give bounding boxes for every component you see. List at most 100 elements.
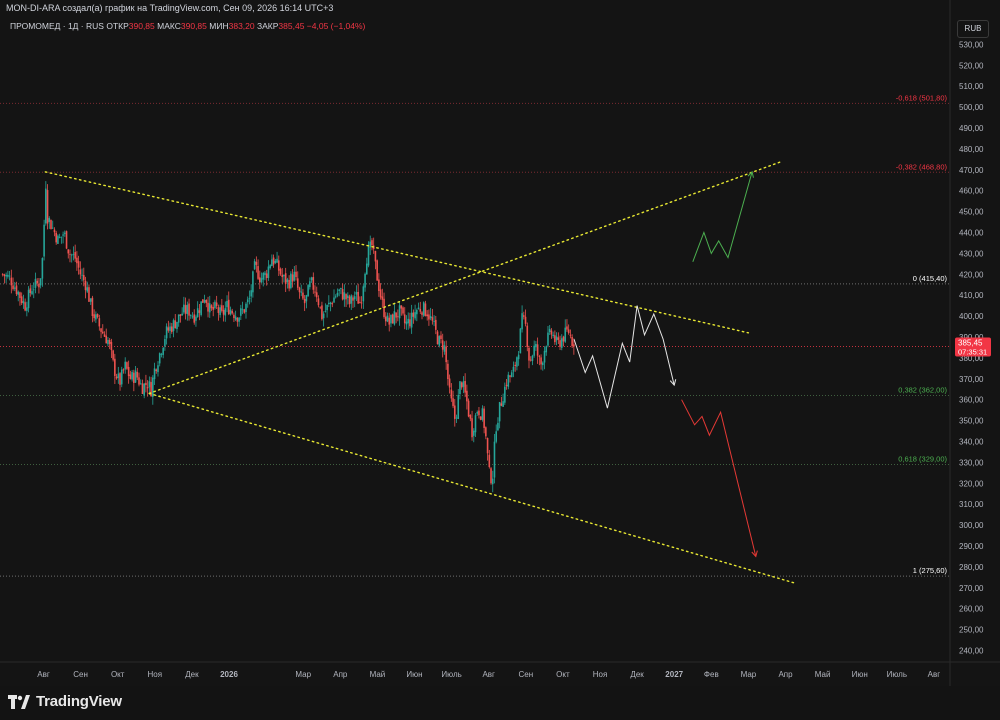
candle-body (371, 240, 373, 246)
candle-body (379, 289, 382, 298)
scenario-bear-path[interactable] (681, 399, 757, 557)
candle-body (495, 431, 498, 442)
candle-body (409, 319, 411, 327)
candle-body (119, 373, 121, 385)
fib-level-label: -0,382 (468,80) (896, 162, 948, 171)
candle-body (205, 299, 208, 304)
time-tick-label: Авг (928, 670, 941, 679)
candle-body (114, 358, 116, 376)
candle-body (491, 478, 494, 485)
candle-body (31, 291, 33, 295)
candle-body (467, 400, 470, 417)
scenario-neutral-path[interactable] (573, 305, 675, 409)
candle-body (50, 220, 52, 230)
candle-body (478, 410, 480, 416)
candle-body (405, 321, 408, 325)
candle-body (309, 281, 311, 288)
candle-body (193, 314, 196, 323)
candle-body (281, 274, 284, 278)
candle-body (177, 314, 180, 323)
candle-body (447, 363, 449, 380)
candle-body (217, 307, 220, 313)
candle-body (138, 377, 140, 385)
trendline[interactable] (148, 160, 783, 395)
candle-body (333, 297, 335, 303)
candle-body (471, 418, 473, 438)
time-tick-label: Сен (518, 670, 533, 679)
candle-body (365, 263, 368, 275)
candle-body (512, 366, 515, 372)
candle-body (523, 315, 525, 317)
candle-body (264, 272, 266, 276)
candle-body (36, 280, 39, 284)
candle-body (84, 280, 87, 291)
candle-body (202, 299, 204, 303)
price-tick-label: 510,00 (959, 82, 984, 91)
candle-body (212, 307, 215, 310)
candle-body (107, 339, 109, 345)
low-label: МИН (209, 21, 229, 31)
high-value: 390,85 (180, 21, 207, 31)
candle-body (24, 302, 26, 311)
candle-body (181, 313, 183, 316)
candle-body (69, 253, 71, 255)
candle-body (276, 258, 278, 263)
price-tick-label: 400,00 (959, 312, 984, 321)
candle-body (38, 283, 40, 288)
candle-body (39, 278, 42, 286)
candle-body (13, 287, 16, 289)
candle-body (238, 317, 240, 322)
candle-body (241, 309, 244, 311)
price-chart[interactable]: -0,618 (501,80) -0,382 (468,80) 0 (415,40)… (0, 0, 1000, 720)
candle-body (510, 372, 513, 378)
candle-body (314, 291, 316, 293)
candle-body (96, 314, 99, 318)
candle-body (390, 314, 392, 324)
tradingview-logo[interactable]: TradingView (8, 693, 122, 710)
candle-body (448, 378, 451, 388)
candle-body (464, 380, 466, 393)
candle-body (547, 332, 549, 346)
candle-body (486, 438, 489, 454)
candle-body (126, 362, 128, 369)
price-tick-label: 350,00 (959, 417, 984, 426)
scenario-bull-path[interactable] (692, 171, 753, 262)
candle-body (169, 326, 171, 331)
candle-body (459, 381, 461, 395)
candle-body (229, 309, 232, 315)
candle-body (22, 301, 25, 304)
close-label: ЗАКР (256, 21, 279, 31)
candle-body (167, 327, 170, 331)
candle-body (450, 389, 453, 399)
currency-button[interactable]: RUB (957, 20, 989, 38)
candle-body (350, 295, 353, 304)
candle-body (502, 401, 504, 407)
price-axis[interactable]: 530,00 520,00 510,00 500,00 490,00 480,00 470,… (949, 0, 991, 686)
candle-body (277, 260, 280, 271)
trendline[interactable] (44, 171, 750, 334)
fib-level-label: 0,618 (329,00) (898, 454, 947, 463)
candle-body (440, 335, 442, 340)
candle-body (424, 303, 427, 316)
candle-body (395, 312, 397, 318)
trendline[interactable] (148, 392, 798, 585)
candle-body (493, 441, 496, 478)
time-axis[interactable]: Авг Сен Окт Ноя Дек 2026 Мар Апр Май Июн Июль Авг Се… (0, 661, 1000, 679)
symbol-label[interactable]: ПРОМОМЕД · 1Д · RUS (10, 21, 104, 31)
candle-body (367, 246, 370, 266)
price-tick-label: 470,00 (959, 166, 984, 175)
candle-body (60, 236, 63, 238)
tradingview-logo-icon (8, 694, 30, 709)
candle-body (265, 273, 268, 279)
scenario-paths[interactable] (573, 170, 758, 558)
candle-body (5, 274, 7, 277)
candle-body (312, 277, 315, 290)
candle-body (483, 408, 485, 428)
candle-body (331, 303, 334, 305)
candle-body (152, 377, 154, 397)
candle-body (488, 454, 491, 468)
price-tick-label: 530,00 (959, 40, 984, 49)
candle-body (252, 271, 254, 293)
time-tick-label: Сен (73, 670, 88, 679)
candle-body (253, 261, 256, 270)
